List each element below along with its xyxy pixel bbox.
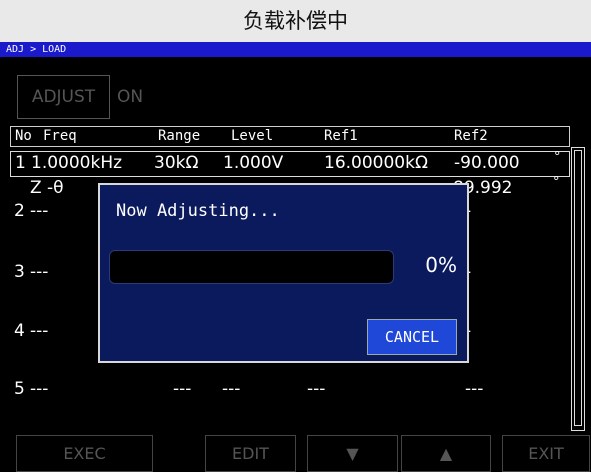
- adjusting-dialog: Now Adjusting... 0% CANCEL: [98, 183, 469, 363]
- row-freq: ---: [30, 379, 49, 399]
- edit-button[interactable]: EDIT: [205, 435, 296, 472]
- chevron-down-icon: ▼: [346, 444, 359, 463]
- scrollbar[interactable]: [571, 147, 585, 431]
- row-ref1: 16.00000kΩ: [324, 153, 428, 173]
- adjust-status: ON: [117, 87, 144, 107]
- row-range: 30kΩ: [154, 153, 199, 173]
- row-no: 2: [14, 201, 25, 221]
- row-ref2: ---: [465, 379, 484, 399]
- table-row[interactable]: 1 1.0000kHz 30kΩ 1.000V 16.00000kΩ -90.0…: [10, 150, 570, 177]
- row-level: 1.000V: [223, 153, 284, 173]
- row-ref2-unit: °: [553, 175, 560, 190]
- scroll-down-button[interactable]: ▼: [307, 435, 398, 472]
- row-level: ---: [222, 379, 241, 399]
- adjust-button[interactable]: ADJUST: [17, 75, 110, 119]
- row-freq: 1.0000kHz: [31, 153, 123, 173]
- row-freq: ---: [30, 201, 49, 221]
- row-no: 1: [15, 153, 26, 173]
- row-range: ---: [173, 379, 192, 399]
- row-freq: ---: [30, 262, 49, 282]
- cancel-button[interactable]: CANCEL: [367, 319, 457, 355]
- col-no: No: [15, 128, 32, 144]
- table-row[interactable]: 5 --- --- --- --- ---: [10, 379, 570, 405]
- footer-bar: EXEC EDIT ▼ ▲ EXIT: [0, 431, 591, 472]
- row-no: 4: [14, 321, 25, 341]
- row-ref2: -90.000: [454, 153, 520, 173]
- progress-bar: [109, 250, 394, 284]
- col-ref1: Ref1: [324, 128, 358, 144]
- row-ref1: ---: [307, 379, 326, 399]
- row-no: 5: [14, 379, 25, 399]
- dialog-message: Now Adjusting...: [116, 201, 280, 221]
- col-range: Range: [158, 128, 201, 144]
- breadcrumb: ADJ > LOAD: [0, 42, 591, 57]
- row-param: Z -θ: [30, 178, 64, 198]
- progress-percent: 0%: [425, 253, 457, 277]
- exec-button[interactable]: EXEC: [16, 435, 153, 472]
- row-no: 3: [14, 262, 25, 282]
- page-title: 负载补偿中: [0, 0, 591, 42]
- col-freq: Freq: [43, 128, 77, 144]
- row-freq: ---: [30, 321, 49, 341]
- scroll-thumb[interactable]: [574, 150, 582, 426]
- row-ref2-unit: °: [554, 150, 561, 165]
- col-level: Level: [231, 128, 274, 144]
- chevron-up-icon: ▲: [439, 444, 453, 463]
- scroll-up-button[interactable]: ▲: [401, 435, 491, 472]
- table-header: No Freq Range Level Ref1 Ref2: [10, 126, 570, 147]
- col-ref2: Ref2: [454, 128, 488, 144]
- exit-button[interactable]: EXIT: [502, 435, 590, 472]
